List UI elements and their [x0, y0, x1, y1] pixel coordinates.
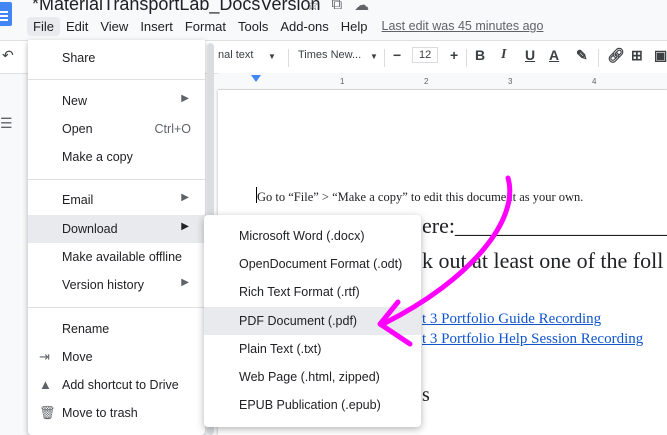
doc-partial-text: s	[422, 384, 430, 406]
drive-shortcut-icon: ▲	[39, 377, 52, 392]
submenu-arrow-icon: ▶	[181, 277, 189, 288]
submenu-item-label: PDF Document (.pdf)	[239, 314, 358, 328]
menu-item-label: Download	[62, 222, 118, 236]
menu-item-label: Rename	[62, 322, 110, 336]
menu-item-label: Make available offline	[62, 250, 182, 264]
menu-item-version-history[interactable]: Version history ▶	[28, 271, 205, 299]
menu-item-label: Email	[62, 193, 94, 207]
menu-insert[interactable]: Insert	[134, 17, 179, 36]
insert-image-icon[interactable]: ▣	[654, 47, 667, 64]
menu-item-make-copy[interactable]: Make a copy	[28, 143, 205, 171]
chevron-down-icon[interactable]: ▼	[268, 52, 276, 61]
doc-link-help-session[interactable]: t 3 Portfolio Help Session Recording	[422, 331, 643, 348]
menu-bar: File Edit View Insert Format Tools Add-o…	[27, 15, 543, 37]
chevron-down-icon[interactable]: ▼	[370, 52, 378, 61]
menu-item-email[interactable]: Email ▶	[28, 186, 205, 214]
document-title[interactable]: *MaterialTransportLab_DocsVersion	[32, 0, 320, 15]
menu-addons[interactable]: Add-ons	[274, 17, 334, 36]
doc-instruction-text: Go to “File” > “Make a copy” to edit thi…	[257, 190, 584, 204]
submenu-arrow-icon: ▶	[181, 221, 189, 232]
menu-item-open[interactable]: Open Ctrl+O	[28, 115, 205, 143]
insert-link-icon[interactable]: 🔗︎	[607, 47, 625, 64]
menu-item-label: New	[62, 94, 88, 108]
move-folder-icon[interactable]: ⧉	[331, 0, 342, 14]
decrease-font-button[interactable]: −	[393, 47, 401, 63]
highlight-color-icon[interactable]: ✎	[576, 47, 588, 64]
menu-item-trash[interactable]: 🗑︎ Move to trash	[28, 399, 205, 427]
menu-item-add-shortcut[interactable]: ▲ Add shortcut to Drive	[28, 371, 205, 399]
text-cursor	[256, 187, 257, 203]
menu-item-label: Add shortcut to Drive	[62, 378, 179, 392]
move-folder-icon: ⇥	[39, 349, 50, 364]
bold-button[interactable]: B	[475, 47, 485, 63]
menu-format[interactable]: Format	[179, 17, 232, 36]
menu-item-new[interactable]: New ▶	[28, 87, 205, 115]
italic-button[interactable]: I	[501, 47, 506, 63]
doc-link-guide[interactable]: t 3 Portfolio Guide Recording	[422, 311, 601, 328]
menu-help[interactable]: Help	[335, 17, 374, 36]
menu-view[interactable]: View	[94, 17, 134, 36]
undo-icon[interactable]: ↶	[2, 47, 14, 64]
download-txt[interactable]: Plain Text (.txt)	[204, 335, 421, 363]
trash-icon: 🗑︎	[39, 405, 56, 420]
menu-item-move[interactable]: ⇥ Move	[28, 343, 205, 371]
menu-item-label: Share	[62, 51, 96, 65]
submenu-item-label: Microsoft Word (.docx)	[239, 229, 365, 243]
menu-item-label: Move	[62, 350, 93, 364]
submenu-arrow-icon: ▶	[181, 192, 189, 203]
doc-heading-text: k out at least one of the foll	[422, 248, 664, 273]
ruler: 1 2 3 4	[218, 73, 667, 90]
submenu-item-label: Plain Text (.txt)	[239, 342, 322, 356]
menu-item-label: Move to trash	[62, 406, 138, 420]
submenu-item-label: OpenDocument Format (.odt)	[239, 257, 403, 271]
menu-item-label: Open	[62, 122, 93, 136]
font-size-input[interactable]: 12	[412, 47, 439, 63]
ruler-tick: 4	[592, 77, 597, 86]
text-color-button[interactable]: A	[549, 47, 559, 63]
indent-marker[interactable]	[251, 75, 261, 82]
add-comment-icon[interactable]: ⊞	[631, 47, 643, 64]
menu-item-label: Version history	[62, 278, 144, 292]
increase-font-button[interactable]: +	[450, 47, 458, 63]
paragraph-style-select[interactable]: nal text	[218, 49, 253, 61]
download-odt[interactable]: OpenDocument Format (.odt)	[204, 250, 421, 278]
underline-button[interactable]: U	[525, 47, 535, 63]
docs-logo-icon[interactable]	[0, 2, 12, 26]
menu-edit[interactable]: Edit	[60, 17, 94, 36]
download-pdf[interactable]: PDF Document (.pdf)	[204, 307, 421, 335]
last-edit-link[interactable]: Last edit was 45 minutes ago	[382, 19, 544, 33]
download-submenu: Microsoft Word (.docx) OpenDocument Form…	[204, 215, 421, 427]
star-icon[interactable]: ☆	[306, 0, 319, 14]
font-select[interactable]: Times New...	[298, 49, 361, 61]
menu-item-rename[interactable]: Rename	[28, 315, 205, 343]
download-docx[interactable]: Microsoft Word (.docx)	[204, 222, 421, 250]
ruler-tick: 2	[424, 77, 429, 86]
submenu-item-label: Web Page (.html, zipped)	[239, 370, 380, 384]
menu-tools[interactable]: Tools	[232, 17, 274, 36]
shortcut-label: Ctrl+O	[154, 122, 191, 136]
menu-item-label: Make a copy	[62, 150, 133, 164]
ruler-tick: 1	[340, 77, 345, 86]
doc-name-line: ere:____________________	[422, 213, 667, 238]
ruler-tick: 3	[508, 77, 513, 86]
menu-item-download[interactable]: Download ▶	[28, 215, 205, 243]
download-html[interactable]: Web Page (.html, zipped)	[204, 363, 421, 391]
submenu-item-label: EPUB Publication (.epub)	[239, 398, 381, 412]
menu-item-share[interactable]: Share	[28, 44, 205, 72]
download-epub[interactable]: EPUB Publication (.epub)	[204, 391, 421, 419]
cloud-status-icon[interactable]: ☁	[354, 0, 369, 14]
submenu-arrow-icon: ▶	[181, 93, 189, 104]
download-rtf[interactable]: Rich Text Format (.rtf)	[204, 278, 421, 306]
document-outline-icon[interactable]: ☰	[0, 115, 13, 132]
menu-item-offline[interactable]: Make available offline	[28, 243, 205, 271]
menu-file[interactable]: File	[27, 16, 60, 36]
file-menu: Share New ▶ Open Ctrl+O Make a copy Email ▶…	[28, 40, 205, 435]
submenu-item-label: Rich Text Format (.rtf)	[239, 285, 360, 299]
